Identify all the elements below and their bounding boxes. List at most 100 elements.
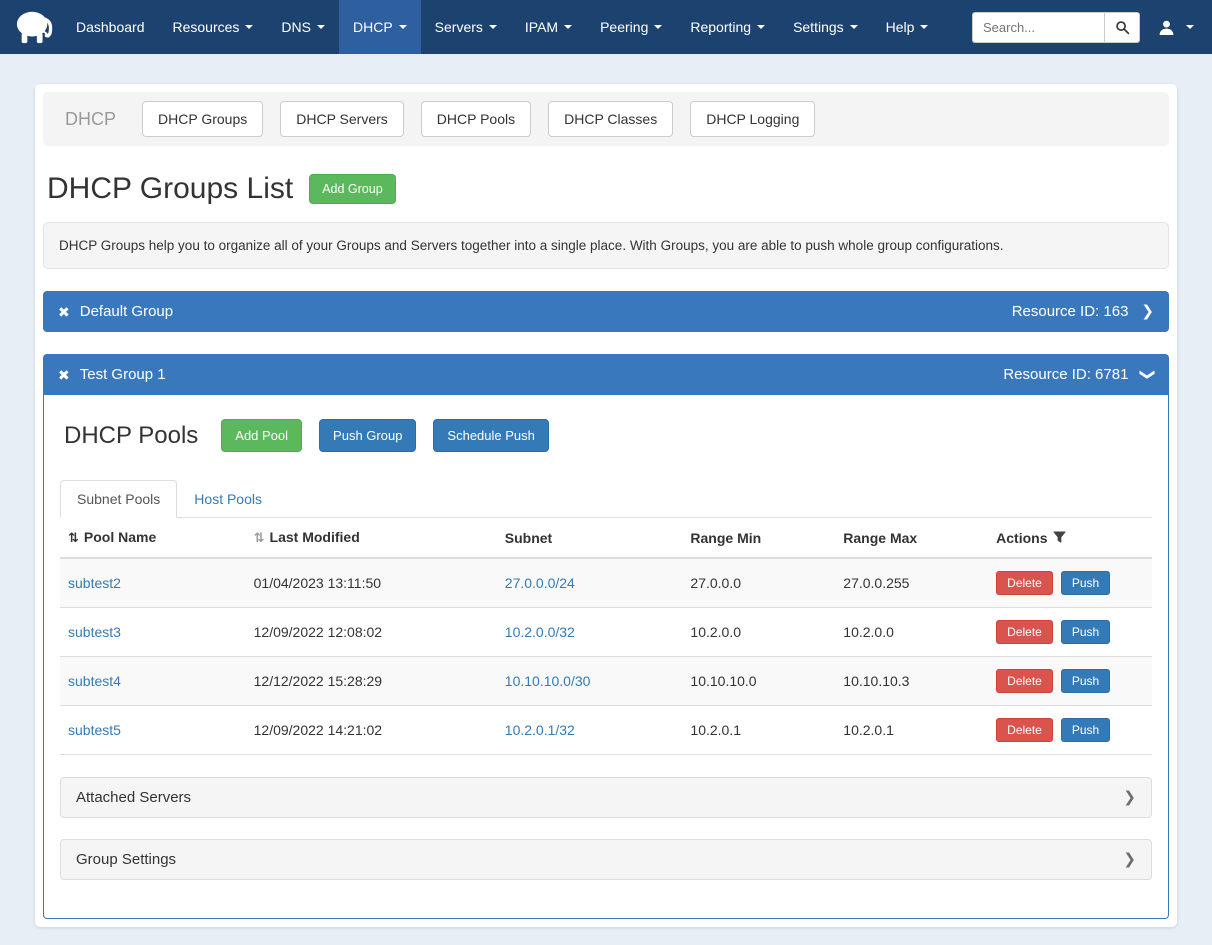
group-header-test-group-1[interactable]: ✖ Test Group 1 Resource ID: 6781 ❯ bbox=[43, 354, 1169, 395]
breadcrumb-button-dhcp-logging[interactable]: DHCP Logging bbox=[690, 101, 815, 137]
chevron-right-icon: ❯ bbox=[1123, 790, 1136, 805]
push-button[interactable]: Push bbox=[1061, 669, 1110, 693]
tab-subnet-pools[interactable]: Subnet Pools bbox=[60, 480, 177, 518]
main-nav: Dashboard Resources DNS DHCP Servers IPA… bbox=[62, 0, 942, 54]
column-label: Last Modified bbox=[270, 529, 360, 545]
delete-button[interactable]: Delete bbox=[996, 620, 1053, 644]
chevron-right-icon: ❯ bbox=[1123, 852, 1136, 867]
column-header-range-max[interactable]: Range Max bbox=[835, 518, 988, 558]
range-max-cell: 27.0.0.255 bbox=[835, 558, 988, 608]
nav-item-servers[interactable]: Servers bbox=[421, 0, 511, 54]
pools-title: DHCP Pools bbox=[64, 422, 198, 450]
search-input[interactable] bbox=[972, 12, 1104, 43]
group-name: Test Group 1 bbox=[80, 366, 166, 383]
subnet-link[interactable]: 10.2.0.1/32 bbox=[505, 722, 575, 738]
range-max-cell: 10.2.0.0 bbox=[835, 608, 988, 657]
nav-item-dhcp[interactable]: DHCP bbox=[339, 0, 421, 54]
mammoth-logo-icon bbox=[13, 8, 55, 46]
delete-button[interactable]: Delete bbox=[996, 669, 1053, 693]
subnet-link[interactable]: 27.0.0.0/24 bbox=[505, 575, 575, 591]
breadcrumb-label: DHCP bbox=[65, 109, 116, 130]
column-header-range-min[interactable]: Range Min bbox=[682, 518, 835, 558]
tab-host-pools[interactable]: Host Pools bbox=[177, 480, 279, 518]
filter-icon[interactable] bbox=[1053, 531, 1066, 544]
column-label: Range Max bbox=[843, 530, 917, 546]
pool-name-link[interactable]: subtest4 bbox=[68, 673, 121, 689]
subnet-link[interactable]: 10.2.0.0/32 bbox=[505, 624, 575, 640]
breadcrumb-button-dhcp-classes[interactable]: DHCP Classes bbox=[548, 101, 673, 137]
nav-item-dns[interactable]: DNS bbox=[267, 0, 339, 54]
page-title: DHCP Groups List bbox=[47, 172, 293, 206]
range-min-cell: 10.2.0.1 bbox=[682, 706, 835, 755]
range-min-cell: 27.0.0.0 bbox=[682, 558, 835, 608]
user-menu[interactable] bbox=[1154, 19, 1198, 36]
add-group-button[interactable]: Add Group bbox=[309, 174, 395, 204]
subnet-link[interactable]: 10.10.10.0/30 bbox=[505, 673, 591, 689]
delete-button[interactable]: Delete bbox=[996, 571, 1053, 595]
group-header-default-group[interactable]: ✖ Default Group Resource ID: 163 ❯ bbox=[43, 291, 1169, 332]
nav-item-settings[interactable]: Settings bbox=[779, 0, 872, 54]
pool-name-link[interactable]: subtest3 bbox=[68, 624, 121, 640]
pools-header: DHCP Pools Add Pool Push Group Schedule … bbox=[64, 419, 1152, 452]
pool-tabs: Subnet Pools Host Pools bbox=[60, 480, 1152, 518]
resource-id: Resource ID: 163 bbox=[1012, 303, 1129, 320]
group-body: DHCP Pools Add Pool Push Group Schedule … bbox=[43, 395, 1169, 919]
breadcrumb-button-dhcp-servers[interactable]: DHCP Servers bbox=[280, 101, 404, 137]
schedule-push-button[interactable]: Schedule Push bbox=[433, 419, 548, 452]
group-test-group-1: ✖ Test Group 1 Resource ID: 6781 ❯ DHCP … bbox=[43, 354, 1169, 919]
pool-name-link[interactable]: subtest5 bbox=[68, 722, 121, 738]
pool-name-link[interactable]: subtest2 bbox=[68, 575, 121, 591]
column-label: Range Min bbox=[690, 530, 761, 546]
push-button[interactable]: Push bbox=[1061, 718, 1110, 742]
breadcrumb-button-dhcp-pools[interactable]: DHCP Pools bbox=[421, 101, 531, 137]
accordion-group-settings[interactable]: Group Settings ❯ bbox=[60, 839, 1152, 880]
add-pool-button[interactable]: Add Pool bbox=[221, 419, 302, 452]
breadcrumb: DHCP DHCP Groups DHCP Servers DHCP Pools… bbox=[43, 92, 1169, 146]
range-max-cell: 10.2.0.1 bbox=[835, 706, 988, 755]
sort-icon[interactable]: ⇅ bbox=[254, 530, 265, 545]
column-label: Pool Name bbox=[84, 529, 156, 545]
page-description: DHCP Groups help you to organize all of … bbox=[43, 222, 1169, 269]
accordion-label: Attached Servers bbox=[76, 789, 191, 806]
chevron-down-icon[interactable]: ❯ bbox=[1140, 368, 1155, 381]
pools-table: ⇅ Pool Name ⇅ Last Modified Subnet Range M… bbox=[60, 518, 1152, 755]
caret-down-icon bbox=[1186, 25, 1194, 29]
nav-item-label: Resources bbox=[173, 19, 240, 35]
caret-down-icon bbox=[317, 25, 325, 29]
last-modified-cell: 12/09/2022 12:08:02 bbox=[246, 608, 497, 657]
nav-item-ipam[interactable]: IPAM bbox=[511, 0, 586, 54]
nav-item-resources[interactable]: Resources bbox=[159, 0, 268, 54]
nav-item-label: Peering bbox=[600, 19, 648, 35]
table-row: subtest5 12/09/2022 14:21:02 10.2.0.1/32… bbox=[60, 706, 1152, 755]
navbar-right bbox=[972, 0, 1198, 54]
caret-down-icon bbox=[757, 25, 765, 29]
remove-group-icon[interactable]: ✖ bbox=[58, 305, 70, 319]
push-button[interactable]: Push bbox=[1061, 620, 1110, 644]
sort-icon[interactable]: ⇅ bbox=[68, 530, 79, 545]
nav-item-peering[interactable]: Peering bbox=[586, 0, 676, 54]
caret-down-icon bbox=[920, 25, 928, 29]
column-header-actions[interactable]: Actions bbox=[988, 518, 1152, 558]
group-default-group: ✖ Default Group Resource ID: 163 ❯ bbox=[43, 291, 1169, 332]
nav-item-dashboard[interactable]: Dashboard bbox=[62, 0, 159, 54]
nav-item-reporting[interactable]: Reporting bbox=[676, 0, 779, 54]
accordion-attached-servers[interactable]: Attached Servers ❯ bbox=[60, 777, 1152, 818]
nav-item-help[interactable]: Help bbox=[872, 0, 943, 54]
column-header-subnet[interactable]: Subnet bbox=[497, 518, 683, 558]
push-button[interactable]: Push bbox=[1061, 571, 1110, 595]
push-group-button[interactable]: Push Group bbox=[319, 419, 416, 452]
breadcrumb-button-dhcp-groups[interactable]: DHCP Groups bbox=[142, 101, 263, 137]
nav-item-label: DNS bbox=[281, 19, 311, 35]
chevron-right-icon[interactable]: ❯ bbox=[1141, 304, 1154, 319]
column-header-pool-name[interactable]: ⇅ Pool Name bbox=[60, 518, 246, 558]
caret-down-icon bbox=[245, 25, 253, 29]
column-header-last-modified[interactable]: ⇅ Last Modified bbox=[246, 518, 497, 558]
search-button[interactable] bbox=[1104, 12, 1140, 43]
top-navbar: Dashboard Resources DNS DHCP Servers IPA… bbox=[0, 0, 1212, 54]
table-row: subtest3 12/09/2022 12:08:02 10.2.0.0/32… bbox=[60, 608, 1152, 657]
remove-group-icon[interactable]: ✖ bbox=[58, 368, 70, 382]
accordion-label: Group Settings bbox=[76, 851, 176, 868]
search-group bbox=[972, 12, 1140, 43]
app-logo[interactable] bbox=[6, 0, 62, 54]
delete-button[interactable]: Delete bbox=[996, 718, 1053, 742]
